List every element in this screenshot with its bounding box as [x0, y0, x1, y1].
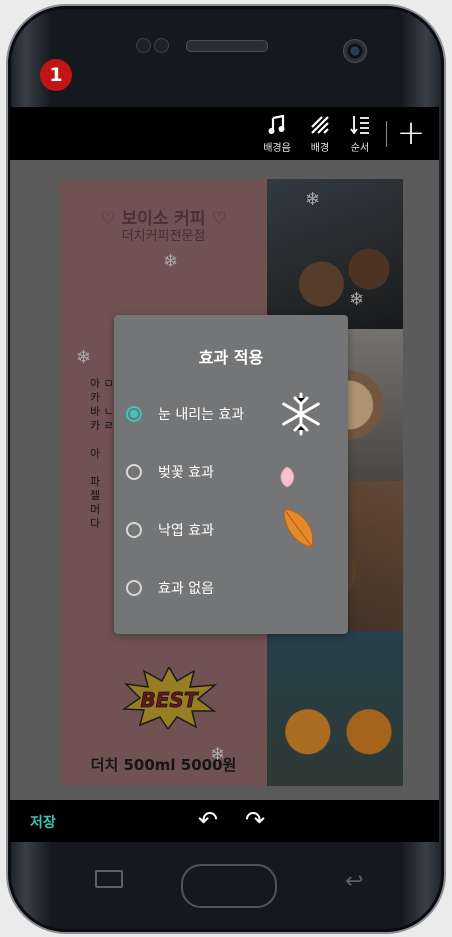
- front-camera: [343, 39, 367, 63]
- background-music-button[interactable]: 배경음: [257, 114, 297, 157]
- phone-speaker: [186, 40, 268, 52]
- option-label: 눈 내리는 효과: [158, 407, 245, 423]
- snowflake-icon: [282, 392, 320, 436]
- dialog-title: 효과 적용: [198, 348, 264, 367]
- option-cherry-blossom-effect[interactable]: 벚꽃 효과: [126, 455, 336, 489]
- app-screen: 배경음 배경 순서 + ♡ 보이소 커피 ♡ 더치커피전문점 아 ㅁ 카 바 ㄴ…: [10, 107, 439, 842]
- add-button[interactable]: +: [396, 116, 426, 152]
- option-no-effect[interactable]: 효과 없음: [126, 571, 336, 605]
- sensor-dot: [136, 38, 151, 53]
- radio-selected[interactable]: [126, 406, 142, 422]
- radio-unselected[interactable]: [126, 580, 142, 596]
- redo-icon[interactable]: ↷: [240, 806, 270, 836]
- pattern-icon: [310, 115, 330, 137]
- cherry-petal-icon: [280, 466, 295, 488]
- top-toolbar: 배경음 배경 순서 +: [10, 107, 439, 160]
- music-label: 배경음: [263, 143, 291, 154]
- order-label: 순서: [350, 143, 370, 154]
- sort-order-icon: [350, 115, 370, 137]
- order-button[interactable]: 순서: [340, 115, 380, 157]
- music-note-icon: [268, 114, 286, 137]
- option-label: 벚꽃 효과: [158, 465, 214, 481]
- sensor-dot: [154, 38, 169, 53]
- background-button[interactable]: 배경: [300, 115, 340, 157]
- save-button[interactable]: 저장: [30, 812, 56, 832]
- toolbar-divider: [386, 121, 387, 147]
- bottom-toolbar: 저장 ↶ ↷: [10, 800, 439, 842]
- home-button[interactable]: [181, 864, 277, 908]
- recent-apps-key[interactable]: [95, 870, 123, 888]
- option-label: 낙엽 효과: [158, 523, 214, 539]
- leaf-icon: [283, 508, 314, 548]
- undo-icon[interactable]: ↶: [193, 806, 223, 836]
- back-key-icon[interactable]: ↩: [345, 869, 363, 894]
- background-label: 배경: [310, 143, 330, 154]
- step-badge: 1: [40, 59, 72, 91]
- effect-dialog: 효과 적용 눈 내리는 효과 벚꽃 효과 낙엽 효과 효과 없음: [114, 315, 348, 634]
- radio-unselected[interactable]: [126, 522, 142, 538]
- radio-unselected[interactable]: [126, 464, 142, 480]
- option-label: 효과 없음: [158, 581, 214, 597]
